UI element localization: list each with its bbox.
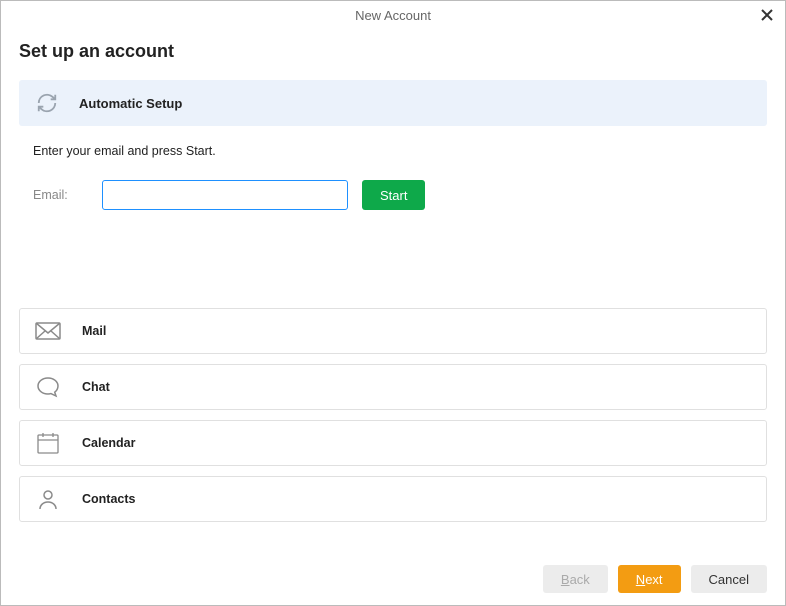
category-chat[interactable]: Chat	[19, 364, 767, 410]
category-list: Mail Chat	[19, 308, 767, 522]
category-label: Chat	[82, 380, 110, 394]
category-label: Mail	[82, 324, 106, 338]
content-area: Set up an account Automatic Setup Enter …	[1, 29, 785, 522]
close-icon	[761, 9, 773, 21]
cancel-button[interactable]: Cancel	[691, 565, 767, 593]
category-calendar[interactable]: Calendar	[19, 420, 767, 466]
contacts-icon	[34, 488, 62, 510]
email-input[interactable]	[102, 180, 348, 210]
category-label: Calendar	[82, 436, 136, 450]
email-label: Email:	[33, 188, 88, 202]
start-button[interactable]: Start	[362, 180, 425, 210]
chat-icon	[34, 376, 62, 398]
titlebar: New Account	[1, 1, 785, 29]
new-account-window: New Account Set up an account Automatic …	[0, 0, 786, 606]
next-button[interactable]: Next	[618, 565, 681, 593]
automatic-setup-card[interactable]: Automatic Setup	[19, 80, 767, 126]
automatic-setup-label: Automatic Setup	[79, 96, 182, 111]
back-button[interactable]: Back	[543, 565, 608, 593]
instruction-text: Enter your email and press Start.	[33, 144, 767, 158]
mail-icon	[34, 320, 62, 342]
page-title: Set up an account	[19, 41, 767, 62]
close-button[interactable]	[757, 5, 777, 25]
footer-buttons: Back Next Cancel	[543, 565, 767, 593]
refresh-icon	[33, 92, 61, 114]
email-row: Email: Start	[33, 180, 767, 210]
category-mail[interactable]: Mail	[19, 308, 767, 354]
window-title: New Account	[355, 8, 431, 23]
category-contacts[interactable]: Contacts	[19, 476, 767, 522]
calendar-icon	[34, 432, 62, 454]
category-label: Contacts	[82, 492, 135, 506]
